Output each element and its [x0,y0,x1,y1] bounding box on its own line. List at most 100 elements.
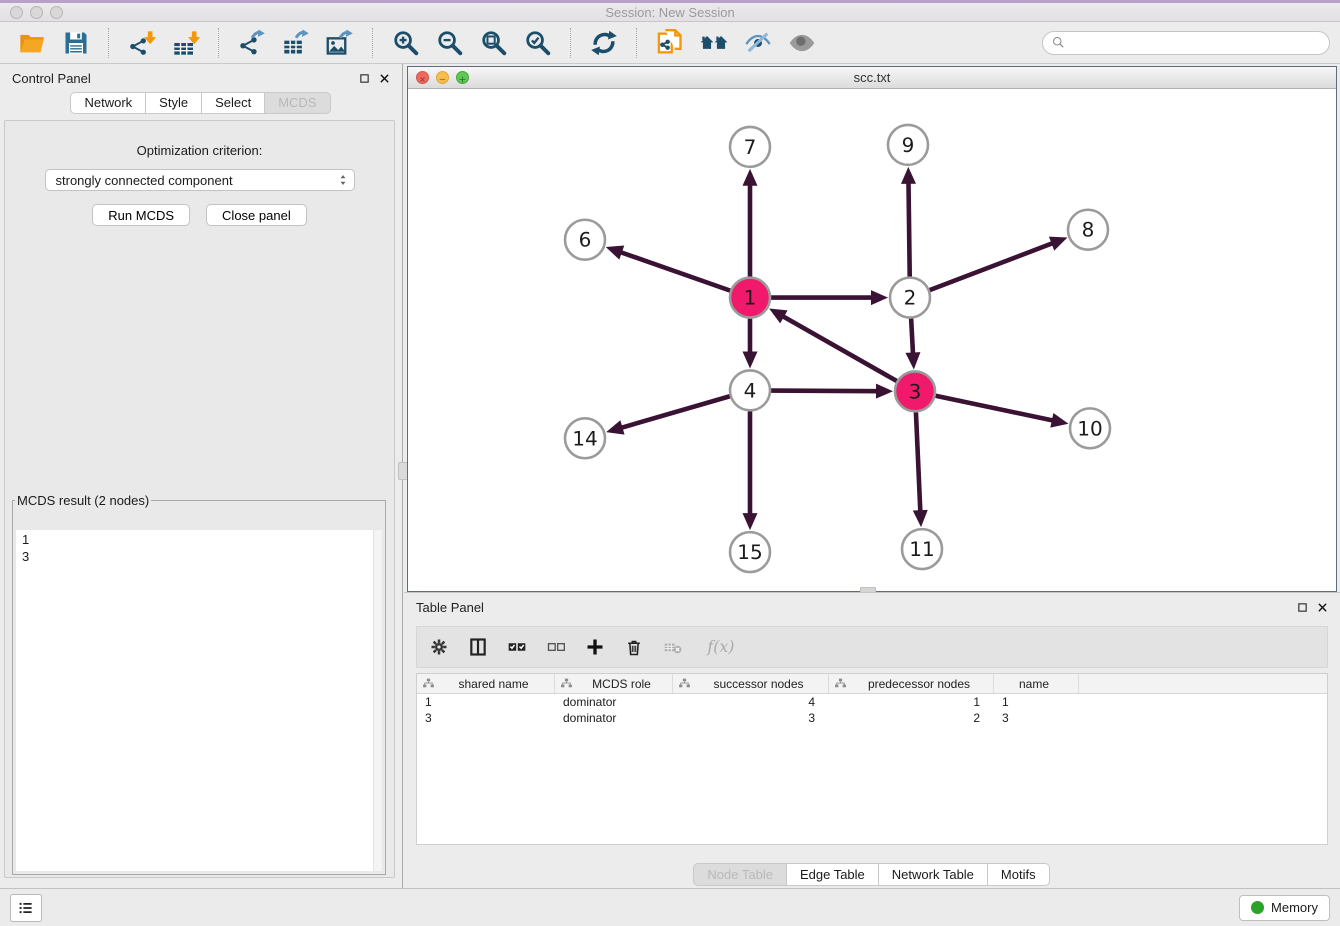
graph-edge[interactable] [743,319,758,369]
search-input[interactable] [1071,34,1321,51]
mcds-result-area[interactable]: 1 3 [16,530,382,871]
graph-node[interactable]: 15 [730,532,770,572]
criterion-select[interactable]: strongly connected component [45,169,355,191]
table-cell[interactable]: dominator [555,711,673,725]
node-table: shared nameMCDS role successor nodes prede… [416,673,1328,845]
graph-node[interactable]: 7 [730,127,770,167]
columns-icon[interactable] [468,637,488,657]
graph-edge[interactable] [905,319,920,370]
graph-edge[interactable] [769,308,897,381]
float-panel-icon[interactable] [1297,602,1308,613]
close-panel-icon[interactable] [379,73,390,84]
main-toolbar [0,22,1340,64]
import-network-icon[interactable] [128,29,156,57]
zoom-in-icon[interactable] [392,29,420,57]
graph-node[interactable]: 10 [1070,408,1110,448]
table-cell[interactable]: 2 [829,711,994,725]
graph-edge[interactable] [743,411,758,530]
tab-network-table[interactable]: Network Table [878,863,988,886]
search-box[interactable] [1042,31,1330,55]
run-mcds-button[interactable]: Run MCDS [92,204,190,226]
table-cell[interactable]: 3 [994,711,1079,725]
trash-icon[interactable] [624,637,644,657]
graph-edge[interactable] [771,384,893,399]
graph-node[interactable]: 4 [730,370,770,410]
import-table-icon[interactable] [172,29,200,57]
float-panel-icon[interactable] [359,73,370,84]
add-icon[interactable] [585,637,605,657]
table-cell[interactable]: 1 [417,695,555,709]
close-panel-icon[interactable] [1317,602,1328,613]
network-canvas[interactable]: 7 9 6 8 1 2 4 3 14 10 15 11 [408,89,1336,591]
task-history-button[interactable] [10,894,42,922]
svg-text:f(x): f(x) [706,637,734,656]
graph-edge[interactable] [743,169,758,277]
attr-icon [834,677,847,690]
column-label: predecessor nodes [849,677,993,691]
graph-node[interactable]: 14 [565,418,605,458]
table-cell[interactable]: 4 [673,695,829,709]
select-all-icon[interactable] [507,637,527,657]
graph-node[interactable]: 1 [730,278,770,318]
table-panel: Table Panel f(x) shared nameMCDS rolesuc… [404,592,1340,888]
graph-node[interactable]: 2 [890,278,930,318]
graph-node[interactable]: 6 [565,220,605,260]
clone-network-icon[interactable] [656,29,684,57]
column-header-name[interactable]: name [994,674,1079,693]
graph-edge[interactable] [606,396,730,434]
svg-text:2: 2 [904,286,917,310]
tab-motifs[interactable]: Motifs [987,863,1050,886]
network-window-titlebar[interactable]: scc.txt [408,67,1336,89]
tab-mcds[interactable]: MCDS [264,92,330,114]
svg-text:11: 11 [909,537,934,561]
export-table-icon[interactable] [282,29,310,57]
control-panel-title: Control Panel [12,71,91,86]
close-panel-button[interactable]: Close panel [206,204,307,226]
graph-node[interactable]: 11 [902,529,942,569]
zoom-selected-icon[interactable] [524,29,552,57]
table-cell[interactable]: dominator [555,695,673,709]
column-header-predecessor-nodes[interactable]: predecessor nodes [829,674,994,693]
graph-edge[interactable] [901,167,916,277]
export-network-icon[interactable] [238,29,266,57]
graph-edge[interactable] [930,237,1068,290]
column-header-successor-nodes[interactable]: successor nodes [673,674,829,693]
deselect-all-icon[interactable] [546,637,566,657]
gear-icon[interactable] [429,637,449,657]
save-session-icon[interactable] [62,29,90,57]
eye-icon[interactable] [788,29,816,57]
open-session-icon[interactable] [18,29,46,57]
graph-edge[interactable] [936,396,1069,428]
svg-text:3: 3 [909,379,922,403]
tab-network[interactable]: Network [70,92,146,114]
column-header-shared-name[interactable]: shared name [417,674,555,693]
graph-edge[interactable] [606,246,730,291]
column-label: successor nodes [693,677,828,691]
double-home-icon[interactable] [700,29,728,57]
zoom-out-icon[interactable] [436,29,464,57]
window-titlebar: Session: New Session [0,0,1340,22]
column-header-mcds-role[interactable]: MCDS role [555,674,673,693]
table-row[interactable]: 1dominator411 [417,694,1327,710]
table-row[interactable]: 3dominator323 [417,710,1327,726]
eye-slash-icon[interactable] [744,29,772,57]
memory-button[interactable]: Memory [1239,895,1330,921]
graph-node[interactable]: 9 [888,125,928,165]
tab-select[interactable]: Select [201,92,265,114]
table-cell[interactable]: 1 [994,695,1079,709]
tab-edge-table[interactable]: Edge Table [786,863,879,886]
refresh-icon[interactable] [590,29,618,57]
tab-node-table[interactable]: Node Table [693,863,787,886]
graph-edge[interactable] [913,412,928,527]
table-cell[interactable]: 3 [673,711,829,725]
zoom-fit-icon[interactable] [480,29,508,57]
svg-text:14: 14 [572,426,597,450]
graph-edge[interactable] [771,290,888,305]
graph-node[interactable]: 3 [895,371,935,411]
scrollbar[interactable] [373,530,382,871]
table-cell[interactable]: 1 [829,695,994,709]
table-cell[interactable]: 3 [417,711,555,725]
tab-style[interactable]: Style [145,92,202,114]
export-image-icon[interactable] [326,29,354,57]
graph-node[interactable]: 8 [1068,210,1108,250]
